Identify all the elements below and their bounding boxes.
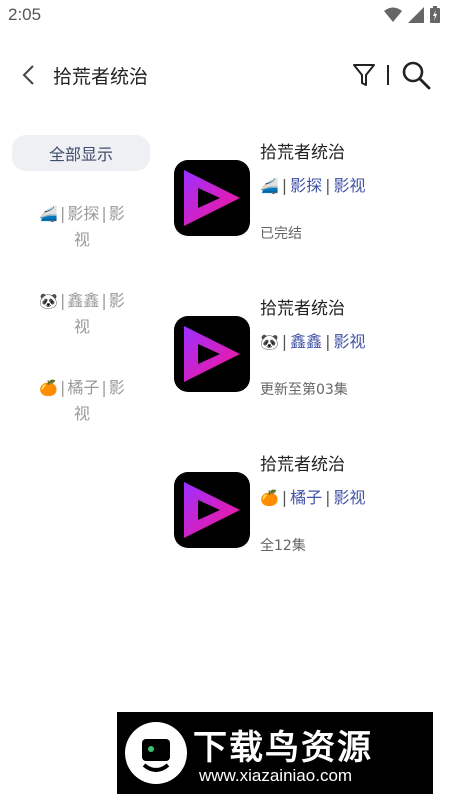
watermark-url: www.xiazainiao.com xyxy=(199,766,353,785)
back-button[interactable] xyxy=(14,60,42,90)
result-source-name: 鑫鑫 xyxy=(290,332,323,351)
result-category: 影视 xyxy=(333,488,366,507)
status-time: 2:05 xyxy=(8,5,42,24)
back-icon xyxy=(22,65,34,85)
wifi-icon xyxy=(384,7,402,22)
show-all-button[interactable]: 全部显示 xyxy=(12,135,150,171)
watermark-banner: 下载鸟资源 www.xiazainiao.com xyxy=(117,712,433,794)
sidebar-item-category-2: 视 xyxy=(73,404,90,423)
list-item[interactable]: 拾荒者统治 🍊 | 橘子 | 影视 全12集 xyxy=(168,447,450,587)
panda-icon: 🐼 xyxy=(260,333,279,351)
result-status: 更新至第03集 xyxy=(260,382,348,398)
status-bar: 2:05 xyxy=(0,0,450,32)
app-bar: 拾荒者统治 xyxy=(0,52,450,98)
result-category: 影视 xyxy=(333,332,366,351)
signal-icon xyxy=(408,6,424,23)
sidebar-item-yingtan[interactable]: 🚄 | 影探 | 影 视 xyxy=(22,201,142,253)
sidebar-item-xinxin[interactable]: 🐼 | 鑫鑫 | 影 视 xyxy=(22,288,142,340)
search-button[interactable] xyxy=(400,59,432,91)
play-logo-icon xyxy=(184,170,240,226)
list-item[interactable]: 拾荒者统治 🚄 | 影探 | 影视 已完结 xyxy=(168,135,450,275)
result-source: 🚄 | 影探 | 影视 xyxy=(260,176,366,195)
page-title: 拾荒者统治 xyxy=(53,66,149,88)
status-icons xyxy=(384,6,440,23)
sidebar-item-name: 鑫鑫 xyxy=(67,291,100,310)
orange-icon: 🍊 xyxy=(39,379,58,397)
sidebar-item-category-2: 视 xyxy=(73,317,90,336)
filter-button[interactable] xyxy=(350,61,378,89)
cover-image xyxy=(174,316,250,392)
result-source: 🐼 | 鑫鑫 | 影视 xyxy=(260,332,366,351)
result-source-name: 橘子 xyxy=(290,488,323,507)
play-logo-icon xyxy=(184,482,240,538)
result-title: 拾荒者统治 xyxy=(260,299,345,319)
sidebar-item-category: 影 xyxy=(108,291,125,310)
play-logo-icon xyxy=(184,326,240,382)
bird-logo-icon xyxy=(125,722,187,784)
watermark-title: 下载鸟资源 xyxy=(193,728,373,768)
cover-image xyxy=(174,472,250,548)
result-source: 🍊 | 橘子 | 影视 xyxy=(260,488,366,507)
toolbar-divider xyxy=(387,65,389,85)
sidebar-item-name: 橘子 xyxy=(67,378,100,397)
panda-icon: 🐼 xyxy=(39,292,58,310)
train-icon: 🚄 xyxy=(260,177,279,195)
list-item[interactable]: 拾荒者统治 🐼 | 鑫鑫 | 影视 更新至第03集 xyxy=(168,291,450,431)
filter-icon xyxy=(353,64,375,86)
sidebar-item-category: 影 xyxy=(108,378,125,397)
sidebar-item-name: 影探 xyxy=(67,204,100,223)
orange-icon: 🍊 xyxy=(260,489,279,507)
result-category: 影视 xyxy=(333,176,366,195)
result-source-name: 影探 xyxy=(290,176,323,195)
sidebar-item-category-2: 视 xyxy=(73,230,90,249)
result-title: 拾荒者统治 xyxy=(260,143,345,163)
battery-icon xyxy=(430,6,440,23)
result-title: 拾荒者统治 xyxy=(260,455,345,475)
train-icon: 🚄 xyxy=(39,205,58,223)
result-status: 已完结 xyxy=(260,226,302,242)
cover-image xyxy=(174,160,250,236)
sidebar-item-juzi[interactable]: 🍊 | 橘子 | 影 视 xyxy=(22,375,142,427)
result-status: 全12集 xyxy=(260,538,306,554)
sidebar-item-category: 影 xyxy=(108,204,125,223)
search-icon xyxy=(402,61,431,90)
